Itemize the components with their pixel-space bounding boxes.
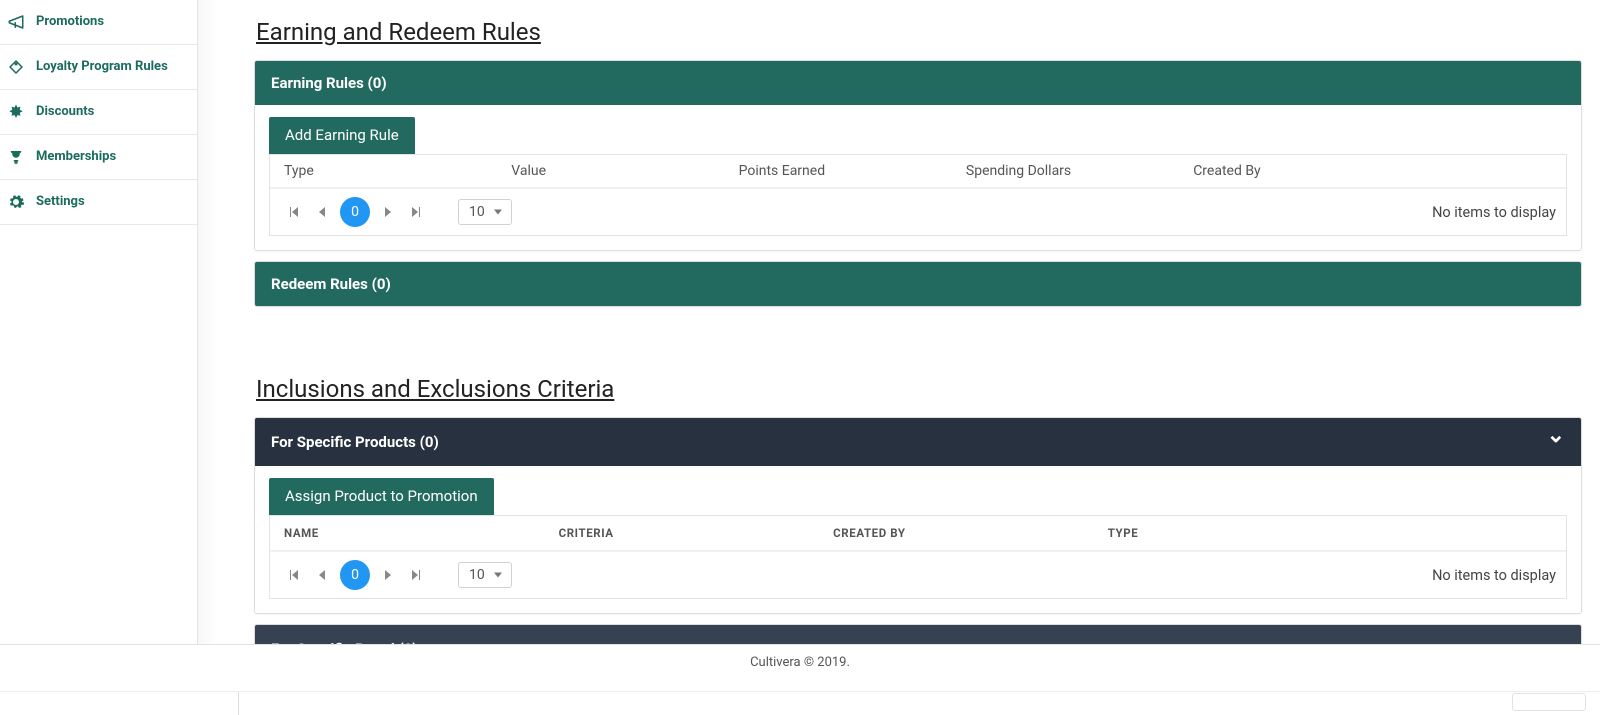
earning-rules-header[interactable]: Earning Rules (0) xyxy=(255,61,1581,105)
pager-last-icon[interactable] xyxy=(402,198,430,226)
col-points-earned[interactable]: Points Earned xyxy=(735,163,962,179)
earning-rules-grid: Type Value Points Earned Spending Dollar… xyxy=(269,154,1567,236)
sidebar-item-settings[interactable]: Settings xyxy=(0,180,197,225)
gear-icon xyxy=(6,192,26,212)
col-name[interactable]: Name xyxy=(280,526,555,540)
sidebar-item-discounts[interactable]: Discounts xyxy=(0,90,197,135)
add-earning-rule-button[interactable]: Add Earning Rule xyxy=(269,117,415,154)
col-created-by[interactable]: Created By xyxy=(829,526,1104,540)
earning-rules-panel: Earning Rules (0) Add Earning Rule Type … xyxy=(254,60,1582,251)
bottom-right-widget[interactable] xyxy=(1512,693,1586,711)
pager-page-size-select[interactable]: 10 xyxy=(458,562,512,588)
pager-no-items-label: No items to display xyxy=(1432,204,1556,221)
pager-prev-icon[interactable] xyxy=(308,198,336,226)
col-spending-dollars[interactable]: Spending Dollars xyxy=(962,163,1189,179)
megaphone-icon xyxy=(6,12,26,32)
col-criteria[interactable]: Criteria xyxy=(555,526,830,540)
grid-header-row: Type Value Points Earned Spending Dollar… xyxy=(270,155,1566,188)
specific-products-panel: For Specific Products (0) Assign Product… xyxy=(254,417,1582,614)
burst-icon xyxy=(6,102,26,122)
sidebar-item-loyalty-program-rules[interactable]: Loyalty Program Rules xyxy=(0,45,197,90)
pager-first-icon[interactable] xyxy=(280,198,308,226)
panel-title: For Specific Products (0) xyxy=(271,433,439,451)
vertical-divider xyxy=(238,692,239,715)
pager-current-page[interactable]: 0 xyxy=(340,560,370,590)
pager-next-icon[interactable] xyxy=(374,561,402,589)
sidebar-item-label: Promotions xyxy=(36,14,189,30)
grid-header-row: Name Criteria Created By Type xyxy=(270,516,1566,551)
redeem-rules-panel: Redeem Rules (0) xyxy=(254,261,1582,307)
earning-rules-body: Add Earning Rule Type Value Points Earne… xyxy=(255,105,1581,250)
app-layout: Promotions Loyalty Program Rules Discoun… xyxy=(0,0,1600,644)
pager-first-icon[interactable] xyxy=(280,561,308,589)
panel-title: Redeem Rules (0) xyxy=(271,275,391,293)
specific-brand-panel: For Specific Brand (0) xyxy=(254,624,1582,644)
col-type[interactable]: Type xyxy=(280,163,507,179)
sidebar-item-memberships[interactable]: Memberships xyxy=(0,135,197,180)
grid-pager: 0 10 No items to display xyxy=(270,551,1566,598)
sidebar-item-promotions[interactable]: Promotions xyxy=(0,0,197,45)
panel-title: Earning Rules (0) xyxy=(271,74,387,92)
pager-page-size-select[interactable]: 10 xyxy=(458,199,512,225)
col-type[interactable]: Type xyxy=(1104,526,1556,540)
sidebar-item-label: Loyalty Program Rules xyxy=(36,59,189,75)
sidebar-item-label: Discounts xyxy=(36,104,189,120)
redeem-rules-header[interactable]: Redeem Rules (0) xyxy=(255,262,1581,306)
specific-products-grid: Name Criteria Created By Type 0 xyxy=(269,515,1567,599)
tag-icon xyxy=(6,57,26,77)
chevron-down-icon xyxy=(1547,431,1565,453)
footer-text: Cultivera © 2019. xyxy=(750,655,850,670)
trophy-icon xyxy=(6,147,26,167)
assign-product-button[interactable]: Assign Product to Promotion xyxy=(269,478,494,515)
pager-no-items-label: No items to display xyxy=(1432,567,1556,584)
pager-current-page[interactable]: 0 xyxy=(340,197,370,227)
col-created-by[interactable]: Created By xyxy=(1189,163,1556,179)
pager-last-icon[interactable] xyxy=(402,561,430,589)
specific-brand-header[interactable]: For Specific Brand (0) xyxy=(255,625,1581,644)
sidebar: Promotions Loyalty Program Rules Discoun… xyxy=(0,0,198,644)
layout-divider xyxy=(198,0,218,644)
bottom-strip xyxy=(0,691,1600,715)
footer: Cultivera © 2019. xyxy=(0,644,1600,680)
section-title-inclusions: Inclusions and Exclusions Criteria xyxy=(256,375,1582,403)
grid-pager: 0 10 No items to display xyxy=(270,188,1566,235)
sidebar-item-label: Memberships xyxy=(36,149,189,165)
col-value[interactable]: Value xyxy=(507,163,734,179)
sidebar-item-label: Settings xyxy=(36,194,189,210)
section-title-earning: Earning and Redeem Rules xyxy=(256,18,1582,46)
specific-products-body: Assign Product to Promotion Name Criteri… xyxy=(255,466,1581,613)
pager-next-icon[interactable] xyxy=(374,198,402,226)
main-content: Earning and Redeem Rules Earning Rules (… xyxy=(218,0,1600,644)
specific-products-header[interactable]: For Specific Products (0) xyxy=(255,418,1581,466)
pager-prev-icon[interactable] xyxy=(308,561,336,589)
